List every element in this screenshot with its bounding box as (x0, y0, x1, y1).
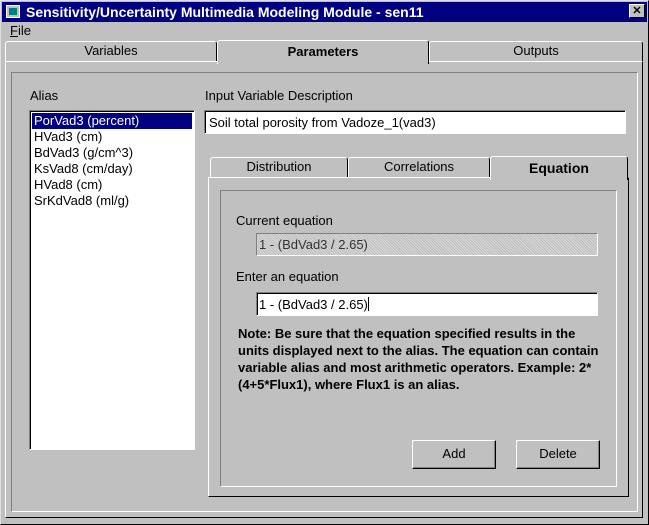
tab-correlations[interactable]: Correlations (348, 157, 490, 177)
delete-button[interactable]: Delete (516, 440, 600, 469)
current-equation-field: 1 - (BdVad3 / 2.65) (256, 233, 598, 256)
alias-list-item[interactable]: KsVad8 (cm/day) (32, 161, 192, 177)
add-button[interactable]: Add (412, 440, 496, 469)
title-bar[interactable]: Sensitivity/Uncertainty Multimedia Model… (2, 2, 647, 22)
description-label: Input Variable Description (205, 88, 353, 103)
alias-list-item[interactable]: SrKdVad8 (ml/g) (32, 193, 192, 209)
menu-bar: File (2, 22, 647, 40)
equation-note: Note: Be sure that the equation specifie… (238, 326, 599, 392)
description-field[interactable]: Soil total porosity from Vadoze_1(vad3) (204, 110, 626, 134)
menu-file[interactable]: File (10, 23, 31, 38)
app-icon (6, 5, 20, 18)
equation-input-text: 1 - (BdVad3 / 2.65) (259, 297, 368, 312)
window-title: Sensitivity/Uncertainty Multimedia Model… (26, 4, 424, 20)
menu-file-mnemonic: F (10, 23, 18, 38)
menu-file-label: ile (17, 23, 31, 38)
alias-list-item[interactable]: BdVad3 (g/cm^3) (32, 145, 192, 161)
close-icon[interactable]: ✕ (629, 4, 645, 18)
enter-equation-label: Enter an equation (236, 269, 339, 284)
equation-input[interactable]: 1 - (BdVad3 / 2.65) (256, 292, 598, 316)
tab-variables[interactable]: Variables (5, 41, 217, 61)
alias-list-item[interactable]: PorVad3 (percent) (32, 113, 192, 129)
tab-equation[interactable]: Equation (490, 156, 628, 180)
tab-distribution[interactable]: Distribution (210, 157, 348, 177)
current-equation-label: Current equation (236, 213, 333, 228)
tab-parameters[interactable]: Parameters (217, 40, 429, 64)
alias-list-item[interactable]: HVad3 (cm) (32, 129, 192, 145)
alias-label: Alias (30, 88, 59, 103)
tab-outputs[interactable]: Outputs (429, 41, 643, 61)
text-caret (367, 297, 369, 311)
alias-list-item[interactable]: HVad8 (cm) (32, 177, 192, 193)
alias-listbox[interactable]: PorVad3 (percent) HVad3 (cm) BdVad3 (g/c… (29, 110, 195, 450)
